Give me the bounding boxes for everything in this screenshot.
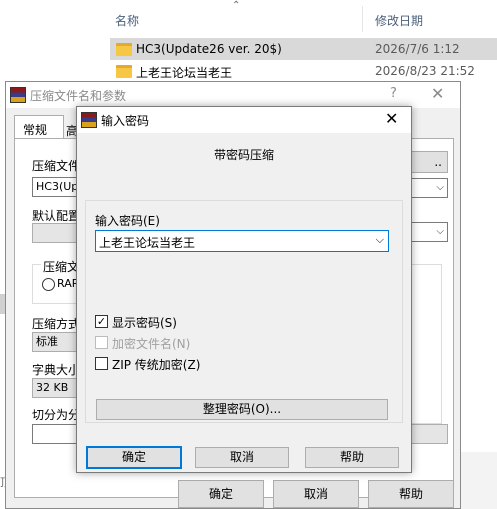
- sort-chevron-up-icon: ⌃: [232, 0, 241, 11]
- file-row[interactable]: 上老王论坛当老王 2026/8/23 21:52: [110, 60, 497, 82]
- cancel-button[interactable]: 取消: [273, 480, 359, 508]
- password-value: 上老王论坛当老王: [99, 236, 196, 250]
- winrar-icon: [10, 87, 26, 103]
- default-config-label: 默认配置: [32, 209, 81, 223]
- ok-button[interactable]: 确定: [178, 480, 264, 508]
- split-label: 切分为分: [32, 408, 81, 422]
- column-header-date[interactable]: 修改日期: [375, 12, 423, 29]
- chevron-down-icon[interactable]: ⌵: [376, 233, 384, 247]
- options-groupbox: [410, 264, 442, 424]
- dialog-titlebar: 输入密码 ✕: [77, 107, 411, 133]
- password-label: 输入密码(E): [95, 214, 160, 228]
- file-name: HC3(Update26 ver. 20$): [136, 42, 282, 56]
- show-password-checkbox[interactable]: ✓: [95, 315, 108, 328]
- folder-icon: [116, 43, 132, 56]
- file-date: 2026/8/23 21:52: [375, 64, 475, 78]
- help-button[interactable]: 帮助: [368, 480, 454, 508]
- dialog-heading: 带密码压缩: [213, 148, 274, 162]
- column-divider: [362, 6, 363, 32]
- encrypt-filenames-checkbox[interactable]: [95, 336, 108, 349]
- enter-password-dialog: 输入密码 ✕ 带密码压缩 输入密码(E) 上老王论坛当老王 ⌵ ✓ 显示密码(S…: [76, 106, 412, 473]
- help-icon[interactable]: ?: [390, 86, 397, 101]
- ok-button[interactable]: 确定: [86, 446, 182, 469]
- folder-icon: [116, 65, 132, 78]
- update-mode-dropdown[interactable]: ⌵: [410, 178, 448, 198]
- encrypt-filenames-label: 加密文件名(N): [112, 337, 191, 351]
- dialog-titlebar: 压缩文件名和参数 ? ✕: [6, 82, 460, 108]
- close-icon[interactable]: ✕: [431, 84, 444, 103]
- file-name: 上老王论坛当老王: [136, 66, 233, 80]
- format-radio[interactable]: [42, 278, 55, 291]
- column-header-name[interactable]: 名称: [115, 12, 139, 29]
- file-row[interactable]: HC3(Update26 ver. 20$) 2026/7/6 1:12: [110, 38, 497, 60]
- tab-general[interactable]: 常规: [14, 115, 64, 139]
- winrar-icon: [81, 112, 97, 128]
- set-password-button-edge[interactable]: [410, 424, 448, 444]
- tab-label: 常规: [23, 123, 48, 137]
- chevron-down-icon: ⌵: [436, 226, 444, 237]
- archive-options-dropdown[interactable]: ⌵: [410, 222, 448, 242]
- password-input[interactable]: 上老王论坛当老王 ⌵: [95, 230, 389, 252]
- right-strip: [461, 452, 497, 509]
- browse-button-edge[interactable]: ..: [410, 151, 448, 173]
- cancel-button[interactable]: 取消: [195, 447, 289, 468]
- format-group-label: 压缩文: [41, 258, 82, 275]
- help-button[interactable]: 帮助: [305, 447, 399, 468]
- zip-legacy-label: ZIP 传统加密(Z): [112, 358, 201, 372]
- dialog-title: 输入密码: [101, 114, 150, 128]
- dialog-title: 压缩文件名和参数: [30, 89, 127, 103]
- organize-passwords-button[interactable]: 整理密码(O)...: [96, 399, 388, 420]
- chevron-down-icon: ⌵: [436, 182, 444, 193]
- dict-label: 字典大小: [32, 363, 81, 377]
- close-icon[interactable]: ✕: [385, 109, 398, 128]
- method-label: 压缩方式: [32, 317, 81, 331]
- show-password-label: 显示密码(S): [112, 316, 177, 330]
- archive-name-label: 压缩文件: [32, 159, 81, 173]
- file-date: 2026/7/6 1:12: [375, 42, 460, 56]
- zip-legacy-checkbox[interactable]: [95, 357, 108, 370]
